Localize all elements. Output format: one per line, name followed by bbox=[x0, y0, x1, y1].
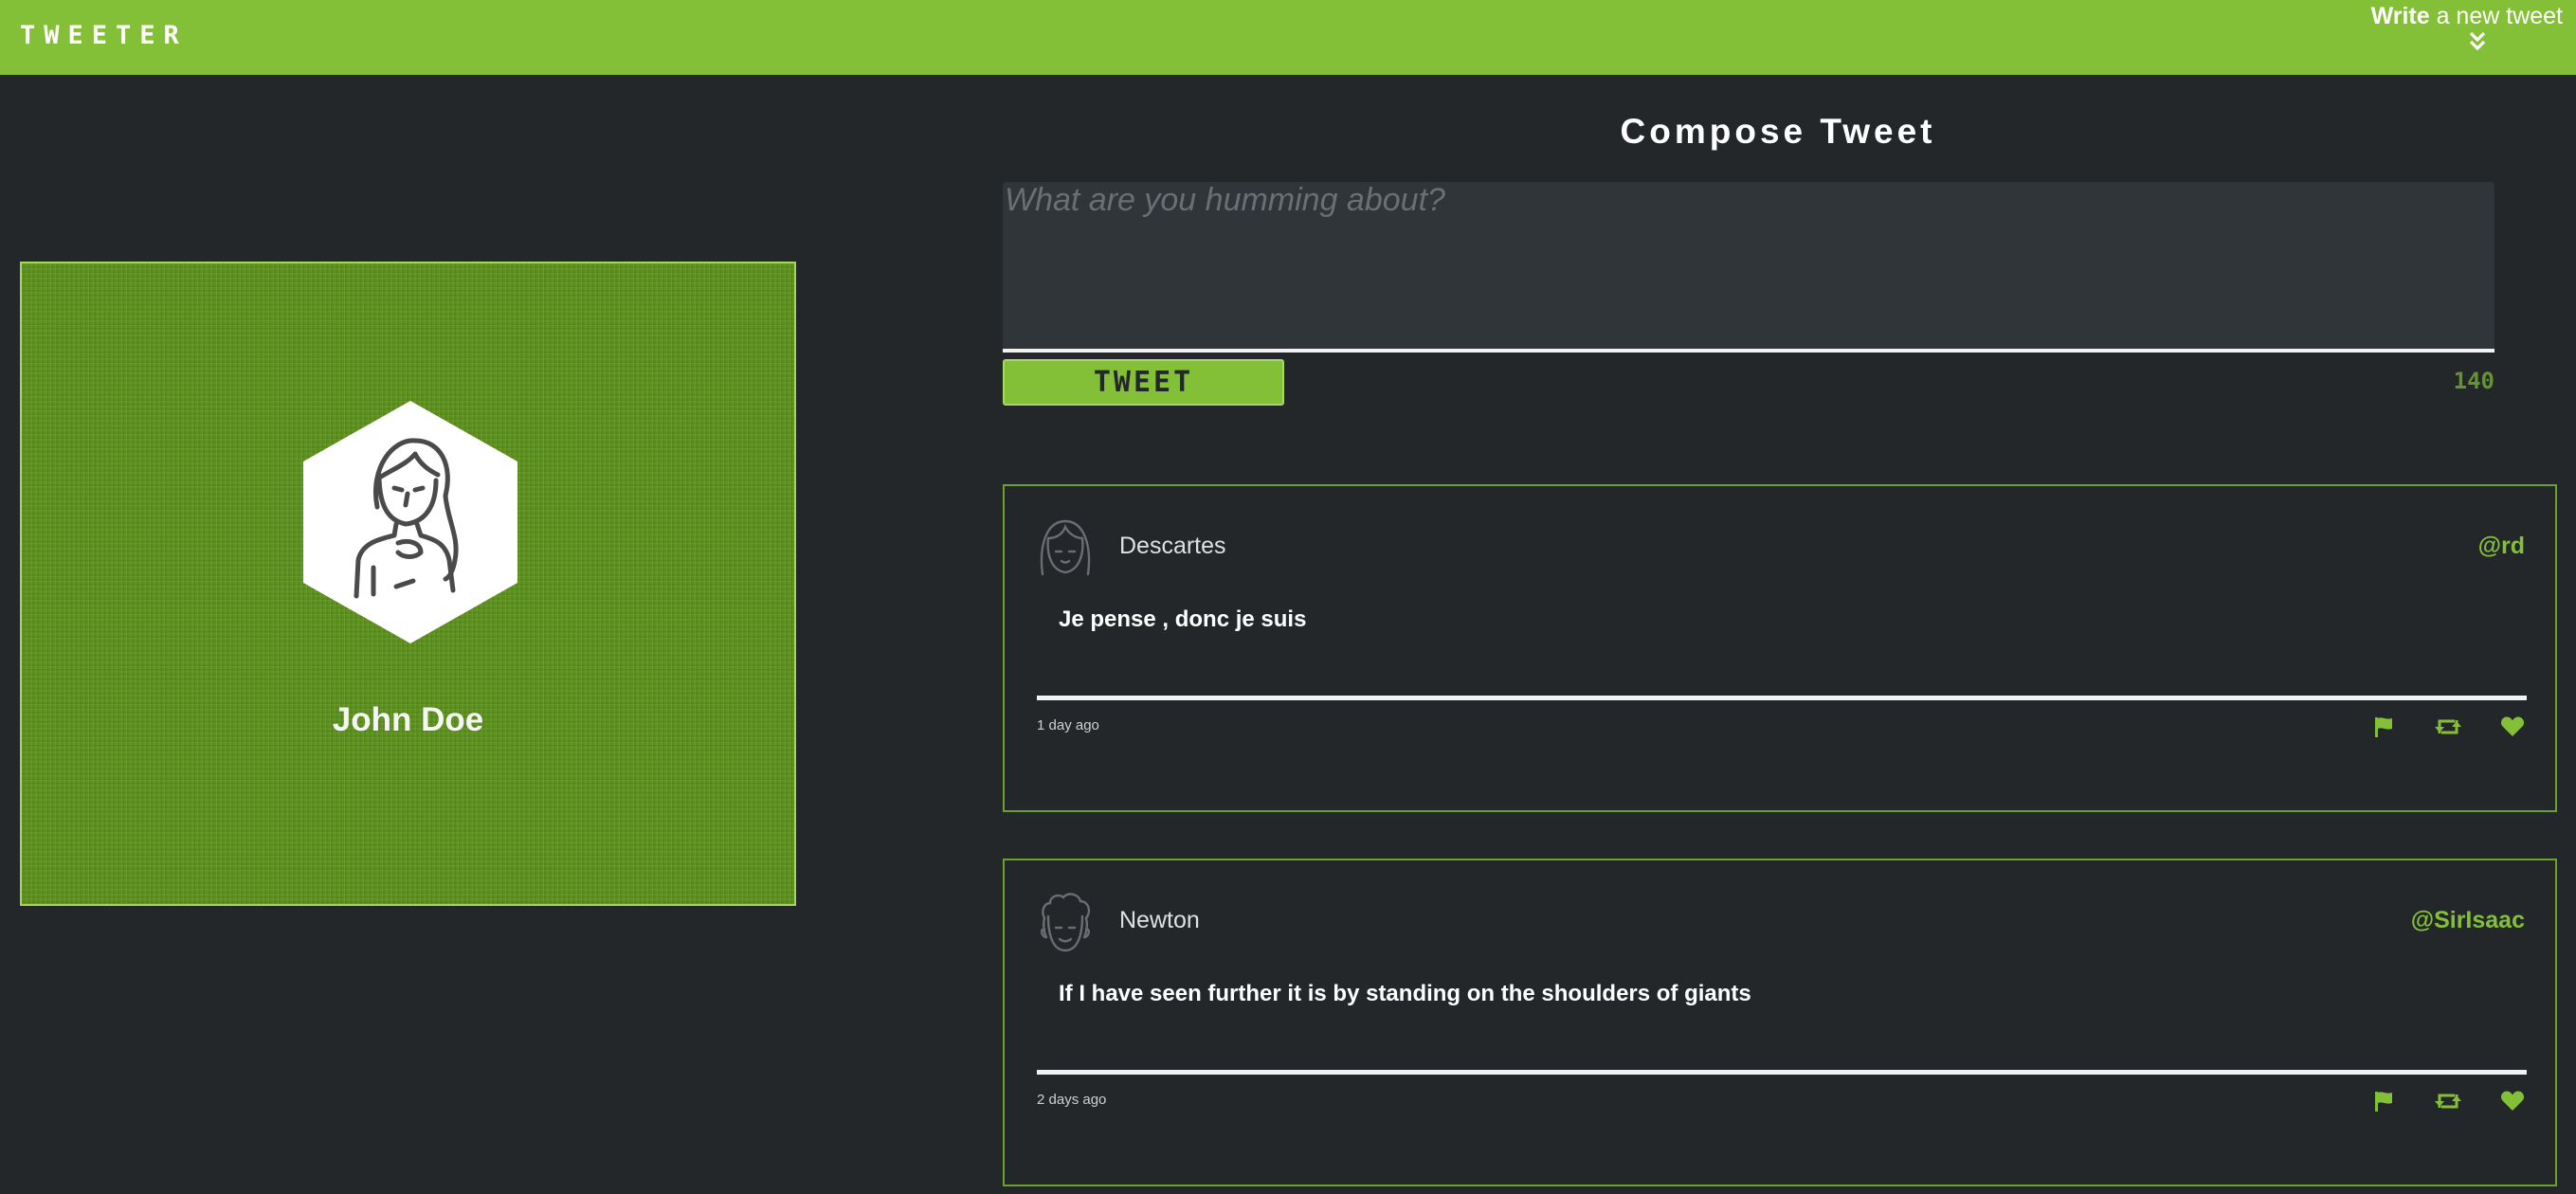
tweet-text-input[interactable] bbox=[1003, 182, 2494, 353]
flag-icon[interactable] bbox=[2369, 1087, 2398, 1115]
tweet-card: Descartes @rd Je pense , donc je suis 1 … bbox=[1003, 484, 2557, 812]
heart-icon[interactable] bbox=[2498, 1087, 2527, 1115]
tweet-submit-button[interactable]: TWEET bbox=[1003, 359, 1284, 406]
character-counter: 140 bbox=[2453, 368, 2494, 394]
tweet-actions bbox=[2369, 713, 2527, 741]
tweet-text: If I have seen further it is by standing… bbox=[1059, 981, 1751, 1006]
tweet-author-handle[interactable]: @rd bbox=[2478, 533, 2525, 560]
tweet-card: Newton @SirIsaac If I have seen further … bbox=[1003, 859, 2557, 1186]
profile-name: John Doe bbox=[332, 701, 484, 738]
profile-avatar bbox=[303, 401, 517, 648]
woman-avatar-icon bbox=[303, 401, 517, 643]
brand-logo[interactable]: TWEETER bbox=[20, 21, 188, 50]
tweet-text: Je pense , donc je suis bbox=[1059, 606, 1307, 632]
girl-avatar-icon bbox=[1040, 519, 1091, 576]
write-new-tweet-label: Write a new tweet bbox=[2370, 3, 2563, 29]
tweet-author-name: Descartes bbox=[1119, 533, 1226, 559]
write-new-tweet-toggle[interactable]: Write a new tweet bbox=[2316, 3, 2563, 58]
tweet-author-handle[interactable]: @SirIsaac bbox=[2411, 907, 2525, 934]
tweet-actions bbox=[2369, 1087, 2527, 1115]
tweet-divider bbox=[1037, 696, 2527, 700]
tweet-avatar bbox=[1037, 892, 1094, 959]
retweet-icon[interactable] bbox=[2434, 713, 2462, 741]
profile-card: John Doe bbox=[20, 262, 796, 906]
top-nav: TWEETER Write a new tweet bbox=[0, 0, 2576, 75]
double-chevron-down-icon[interactable] bbox=[2469, 31, 2486, 57]
curly-man-avatar-icon bbox=[1040, 893, 1091, 952]
tweet-divider bbox=[1037, 1070, 2527, 1075]
flag-icon[interactable] bbox=[2369, 713, 2398, 741]
heart-icon[interactable] bbox=[2498, 713, 2527, 741]
tweet-avatar bbox=[1037, 517, 1094, 585]
compose-title: Compose Tweet bbox=[1620, 112, 1936, 151]
retweet-icon[interactable] bbox=[2434, 1087, 2462, 1115]
tweet-timestamp: 2 days ago bbox=[1037, 1092, 1107, 1108]
tweet-author-name: Newton bbox=[1119, 907, 1200, 933]
tweet-timestamp: 1 day ago bbox=[1037, 717, 1099, 733]
